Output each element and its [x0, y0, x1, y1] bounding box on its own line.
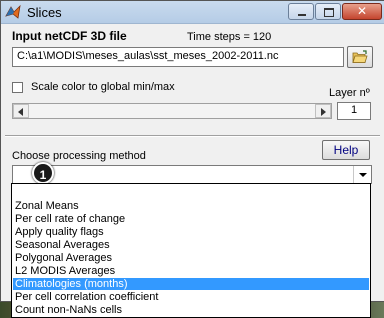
- title-bar[interactable]: Slices ✕: [1, 1, 384, 24]
- chevron-down-icon: [359, 173, 367, 177]
- option-climatologies-months[interactable]: Climatologies (months): [13, 278, 369, 290]
- input-file-heading: Input netCDF 3D file: [12, 29, 127, 43]
- step-callout-badge: 1: [32, 162, 54, 184]
- close-icon: ✕: [356, 4, 368, 18]
- help-button[interactable]: Help: [322, 140, 370, 160]
- processing-method-select[interactable]: [12, 165, 372, 184]
- layer-label: Layer nº: [329, 87, 370, 99]
- dropdown-toggle[interactable]: [353, 166, 371, 183]
- slider-left-button[interactable]: [13, 104, 29, 118]
- minimize-button[interactable]: [288, 3, 314, 20]
- arrow-right-icon: [321, 108, 326, 116]
- option-l2-modis-averages[interactable]: L2 MODIS Averages: [13, 265, 369, 277]
- option-per-cell-correlation[interactable]: Per cell correlation coefficient: [13, 291, 369, 303]
- layer-slider[interactable]: [12, 103, 332, 119]
- maximize-button[interactable]: [315, 3, 341, 20]
- option-blank[interactable]: [13, 185, 369, 197]
- layer-number-field[interactable]: 1: [337, 102, 371, 120]
- option-apply-quality-flags[interactable]: Apply quality flags: [13, 226, 369, 238]
- option-per-cell-rate-of-change[interactable]: Per cell rate of change: [13, 213, 369, 225]
- minimize-icon: [298, 14, 306, 16]
- open-folder-icon: [352, 50, 368, 63]
- slider-right-button[interactable]: [315, 104, 331, 118]
- option-count-non-nans[interactable]: Count non-NaNs cells: [13, 304, 369, 316]
- window-title: Slices: [27, 5, 62, 20]
- option-zonal-means[interactable]: Zonal Means: [13, 200, 369, 212]
- close-button[interactable]: ✕: [342, 3, 382, 20]
- browse-file-button[interactable]: [347, 46, 373, 68]
- matlab-app-icon: [5, 4, 21, 19]
- maximize-icon: [324, 8, 334, 17]
- arrow-left-icon: [18, 108, 23, 116]
- option-polygonal-averages[interactable]: Polygonal Averages: [13, 252, 369, 264]
- scale-color-checkbox[interactable]: [12, 82, 23, 93]
- time-steps-label: Time steps = 120: [187, 31, 272, 43]
- processing-method-label: Choose processing method: [12, 150, 146, 162]
- option-seasonal-averages[interactable]: Seasonal Averages: [13, 239, 369, 251]
- file-path-field[interactable]: C:\a1\MODIS\meses_aulas\sst_meses_2002-2…: [12, 47, 344, 67]
- scale-color-label: Scale color to global min/max: [31, 81, 175, 93]
- section-divider: [5, 135, 380, 137]
- processing-method-options: Zonal Means Per cell rate of change Appl…: [11, 183, 371, 318]
